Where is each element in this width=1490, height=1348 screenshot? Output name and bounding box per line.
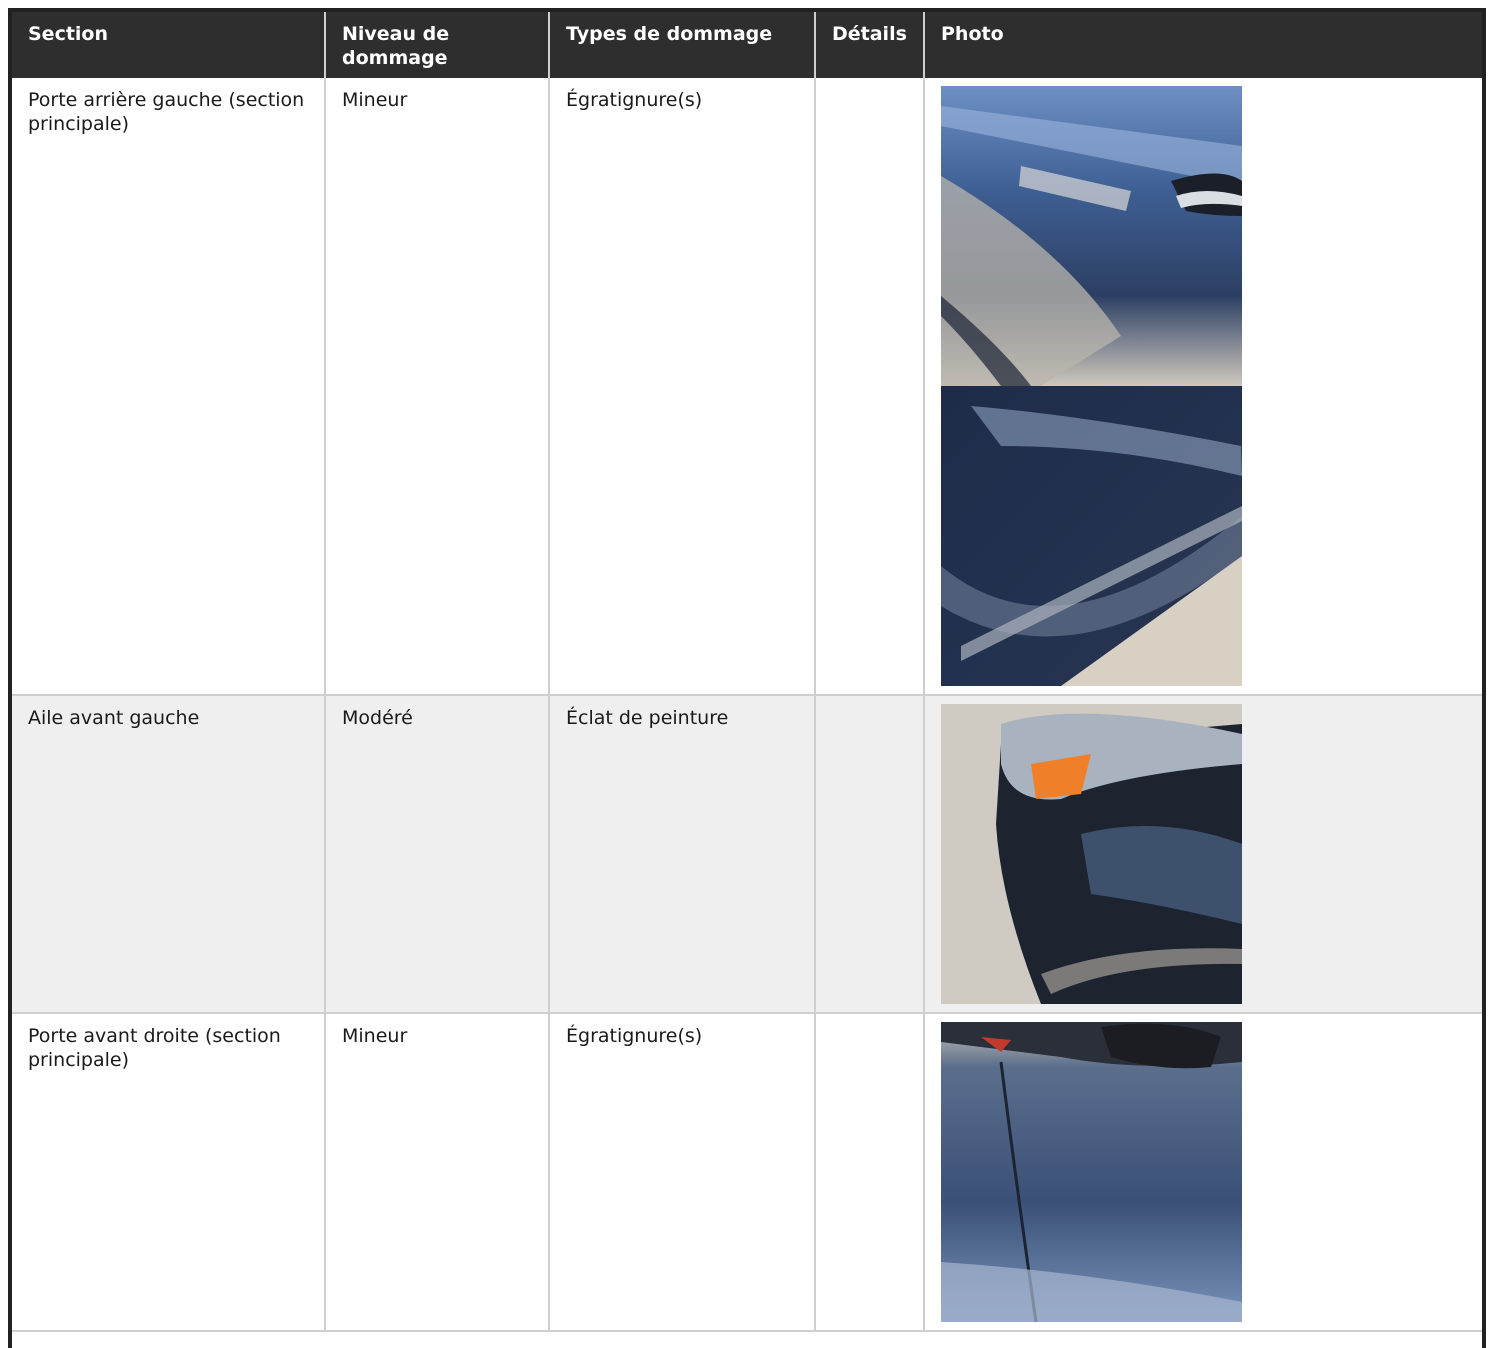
header-types: Types de dommage (549, 12, 816, 78)
damage-photo-image[interactable] (941, 704, 1242, 1004)
cell-section: Porte arrière gauche (section principale… (12, 78, 326, 696)
damage-photo-image[interactable] (941, 1022, 1242, 1322)
table-row: Porte arrière gauche (section principale… (12, 78, 1482, 696)
cell-photos (924, 695, 1482, 1014)
header-section: Section (12, 12, 326, 78)
header-niveau: Niveau de dommage (325, 12, 550, 78)
cell-details (815, 1013, 925, 1332)
cell-niveau: Mineur (325, 78, 550, 696)
header-details: Détails (815, 12, 925, 78)
damage-photo-image[interactable] (941, 386, 1242, 686)
cell-section: Aile avant gauche (12, 695, 326, 1014)
header-photo: Photo (924, 12, 1482, 78)
table-row: Aile avant gauche Modéré Éclat de peintu… (12, 695, 1482, 1014)
cell-types: Éclat de peinture (549, 695, 816, 1014)
cell-niveau: Mineur (325, 1013, 550, 1332)
cell-niveau: Modéré (325, 695, 550, 1014)
table-header-row: Section Niveau de dommage Types de domma… (12, 12, 1482, 78)
cell-types: Égratignure(s) (549, 78, 816, 696)
cell-photos (924, 1013, 1482, 1332)
table-row: Porte avant droite (section principale) … (12, 1013, 1482, 1332)
damage-photo-image[interactable] (941, 86, 1242, 386)
cell-photos (924, 78, 1482, 696)
cell-section: Porte avant droite (section principale) (12, 1013, 326, 1332)
cell-details (815, 78, 925, 696)
cell-details (815, 695, 925, 1014)
damage-table: Section Niveau de dommage Types de domma… (12, 12, 1482, 1332)
report-frame: Section Niveau de dommage Types de domma… (8, 8, 1486, 1348)
cell-types: Égratignure(s) (549, 1013, 816, 1332)
